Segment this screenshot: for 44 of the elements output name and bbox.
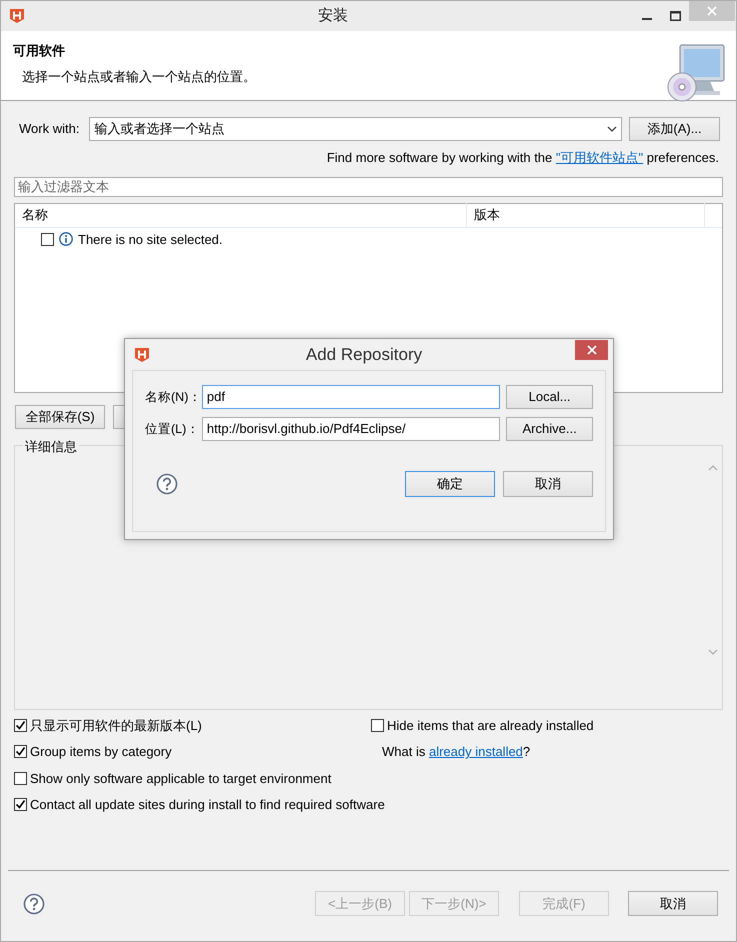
site-combo[interactable]: 输入或者选择一个站点 (89, 117, 622, 141)
installed-link[interactable]: already installed (428, 744, 523, 759)
installed-note: What is already installed? (381, 743, 532, 761)
checkbox-label[interactable]: Group items by category (30, 742, 172, 762)
save-all-button[interactable]: 全部保存(S) (15, 404, 105, 428)
page-title: 可用软件 (13, 42, 66, 60)
app-icon (9, 8, 25, 24)
column-header[interactable]: 名称 (15, 203, 467, 227)
checkbox[interactable] (14, 772, 27, 785)
text-field[interactable]: http://borisvl.github.io/Pdf4Eclipse/ (202, 417, 500, 441)
cancel-button[interactable]: 取消 (503, 471, 593, 497)
ok-button[interactable]: 确定 (405, 471, 495, 497)
local-button[interactable]: Local... (506, 385, 594, 409)
archive-button[interactable]: Archive... (506, 417, 594, 441)
checkbox-label[interactable]: Hide items that are already installed (387, 716, 594, 735)
checkbox-label[interactable]: Show only software applicable to target environment (30, 768, 332, 788)
app-icon (134, 346, 150, 362)
checkbox[interactable] (41, 232, 54, 246)
field-label: 位置(L)： (145, 420, 200, 438)
close-icon[interactable] (586, 345, 596, 355)
help-icon[interactable] (23, 892, 45, 914)
wizard-button[interactable]: 取消 (628, 891, 718, 916)
column-header[interactable]: 版本 (467, 203, 705, 227)
dialog-title: Add Repository (304, 344, 424, 366)
page-description: 选择一个站点或者输入一个站点的位置。 (21, 68, 256, 86)
checkbox-label[interactable]: 只显示可用软件的最新版本(L) (30, 716, 202, 735)
checkbox[interactable] (14, 798, 27, 812)
field-label: 名称(N)： (145, 388, 202, 406)
maximize-icon[interactable] (670, 11, 680, 21)
preferences-link[interactable]: "可用软件站点" (556, 150, 644, 165)
info-icon (59, 232, 73, 246)
text-field[interactable]: pdf (202, 385, 500, 409)
help-icon[interactable] (156, 473, 178, 495)
find-more-text: Find more software by working with the "可用软件站点" preferences. (326, 149, 720, 167)
checkbox[interactable] (371, 718, 384, 732)
field-label: Work with: (19, 120, 80, 138)
filter-field[interactable]: 输入过滤器文本 (14, 176, 723, 196)
dropdown-icon[interactable] (607, 126, 617, 132)
checkbox-label[interactable]: Contact all update sites during install to find required software (30, 795, 385, 814)
row-text: There is no site selected. (78, 230, 223, 248)
add-button[interactable]: 添加(A)... (629, 117, 720, 141)
checkbox[interactable] (14, 745, 27, 758)
checkbox[interactable] (14, 718, 27, 732)
window-title: 安装 (317, 6, 349, 26)
